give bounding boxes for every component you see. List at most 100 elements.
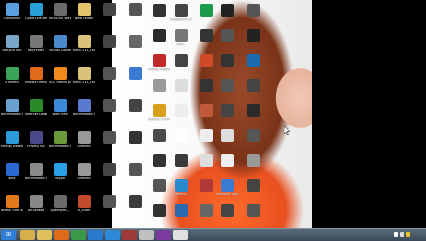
desktop-icon-label: Skype <box>55 177 65 180</box>
taskbar-app7-button[interactable] <box>122 230 137 240</box>
desktop-icon-label: Internet Download... <box>25 113 47 116</box>
desktop-icon[interactable]: Untitled <box>73 131 95 161</box>
app-icon <box>102 163 116 176</box>
desktop-icon[interactable] <box>124 67 146 97</box>
desktop-icon[interactable] <box>98 163 120 193</box>
app-icon <box>174 179 188 192</box>
taskbar-app10-button[interactable] <box>173 230 188 240</box>
desktop-icon-label: Windows Update <box>216 193 238 196</box>
desktop-icon[interactable]: jar.nkoses <box>25 195 47 225</box>
desktop-icon[interactable] <box>98 67 120 97</box>
system-tray <box>392 229 426 241</box>
app-icon <box>152 29 166 42</box>
desktop-icon[interactable] <box>98 35 120 65</box>
app-icon <box>220 129 234 142</box>
desktop-icon[interactable]: avast! Free Antivirus <box>1 195 23 225</box>
desktop-icon[interactable] <box>124 35 146 65</box>
desktop-icon[interactable]: Untitled <box>73 163 95 193</box>
desktop-icon[interactable] <box>195 204 217 228</box>
desktop-icon-label: mov.. <box>176 43 186 46</box>
app-icon <box>53 195 67 208</box>
app-icon <box>246 104 260 117</box>
desktop-icon[interactable] <box>98 99 120 129</box>
desktop-icon-label: Adobe Reader X <box>148 68 170 71</box>
taskbar-chrome-button[interactable] <box>71 230 86 240</box>
desktop-icon-label: Screens.. <box>173 193 189 196</box>
app-icon <box>199 179 213 192</box>
app-icon <box>5 3 19 16</box>
app-icon <box>29 163 43 176</box>
desktop-icon[interactable]: KeyFinder <box>25 35 47 65</box>
app-icon <box>174 104 188 117</box>
desktop-icon[interactable] <box>98 131 120 161</box>
flag-icon[interactable] <box>394 232 398 237</box>
desktop-icon[interactable]: BitFreeBase Free Screens... <box>49 131 71 161</box>
desktop-icon-label: Mozilla Firefox <box>25 81 47 84</box>
taskbar-firefox-button[interactable] <box>54 230 69 240</box>
desktop-icon[interactable] <box>98 195 120 225</box>
app-icon <box>5 67 19 80</box>
desktop-icon[interactable] <box>216 204 238 228</box>
desktop-icon[interactable] <box>124 163 146 193</box>
app-icon <box>102 131 116 144</box>
desktop-icon-label: Rahil 215_Folder <box>73 49 95 52</box>
desktop-icon[interactable] <box>170 204 192 228</box>
desktop-icon[interactable]: BitFreeBase Free... <box>1 99 23 129</box>
desktop-icon[interactable] <box>124 3 146 33</box>
desktop-icon[interactable]: Computer <box>1 3 23 33</box>
desktop-icon[interactable]: REALTEK Wireless LA... <box>49 3 71 33</box>
network-icon[interactable] <box>400 232 404 237</box>
desktop-icon[interactable]: A_Enter <box>73 195 95 225</box>
desktop-icon[interactable]: New Folder <box>73 3 95 33</box>
desktop-icon-label: jar.nkoses <box>27 209 45 212</box>
desktop-icon[interactable] <box>124 195 146 225</box>
desktop-icon[interactable] <box>98 3 120 33</box>
desktop-icon-label: BitFreeBase Free... <box>73 113 95 116</box>
desktop-icon[interactable]: Web Free <box>49 99 71 129</box>
desktop-icon[interactable] <box>124 99 146 129</box>
desktop-icon[interactable]: Recycle Bin <box>1 35 23 65</box>
app-icon <box>199 4 213 17</box>
taskbar-app9-button[interactable] <box>156 230 171 240</box>
app-icon <box>53 163 67 176</box>
desktop-icon[interactable] <box>148 204 170 228</box>
app-icon <box>128 99 142 112</box>
desktop-icon[interactable]: Rahil 215_Folder <box>73 67 95 97</box>
taskbar-ie-button[interactable] <box>105 230 120 240</box>
desktop-icon[interactable] <box>124 131 146 161</box>
start-button[interactable]: ⊞ <box>1 230 16 240</box>
desktop-icon-label: Google Chrome <box>148 118 170 121</box>
app-icon <box>199 129 213 142</box>
desktop-icon[interactable]: Virtual CloneDrive <box>49 35 71 65</box>
desktop-icon[interactable]: Rahil 215_Folder <box>73 35 95 65</box>
app-icon <box>174 79 188 92</box>
desktop-icon[interactable]: Privacy Kit <box>25 131 47 161</box>
app-icon <box>220 154 234 167</box>
desktop-icon[interactable]: Internet Download... <box>25 99 47 129</box>
desktop-icon[interactable]: Mozilla Firefox <box>25 67 47 97</box>
lock-icon[interactable] <box>406 232 410 237</box>
desktop-icon[interactable]: uTorrent <box>1 67 23 97</box>
taskbar-explorer-button[interactable] <box>20 230 35 240</box>
app-icon <box>174 204 188 217</box>
app-icon <box>220 104 234 117</box>
desktop-icon[interactable] <box>242 204 264 228</box>
taskbar-app8-button[interactable] <box>139 230 154 240</box>
desktop-icon[interactable]: SpeedyMi... <box>49 195 71 225</box>
taskbar-folder-button[interactable] <box>37 230 52 240</box>
desktop-icon[interactable]: Skype <box>49 163 71 193</box>
app-icon <box>53 35 67 48</box>
desktop-icon[interactable]: HKcup Viewer <box>1 131 23 161</box>
desktop-icon[interactable]: BitFreeBase Free Screens... <box>25 163 47 193</box>
desktop-icon[interactable]: BitFreeBase Free... <box>73 99 95 129</box>
desktop-icon-label: Privacy Kit <box>27 145 45 148</box>
app-icon <box>246 129 260 142</box>
desktop-icon[interactable]: VLC media player <box>49 67 71 97</box>
taskbar-media-button[interactable] <box>88 230 103 240</box>
app-icon <box>199 204 213 217</box>
desktop-icon-label: BitFreeBase Free Screens... <box>25 177 47 180</box>
desktop-icon-label: SpeedyMi... <box>50 209 70 212</box>
desktop-icon[interactable]: CyberLink Media Suite <box>25 3 47 33</box>
desktop-icon[interactable]: adfy <box>1 163 23 193</box>
app-icon <box>128 163 142 176</box>
